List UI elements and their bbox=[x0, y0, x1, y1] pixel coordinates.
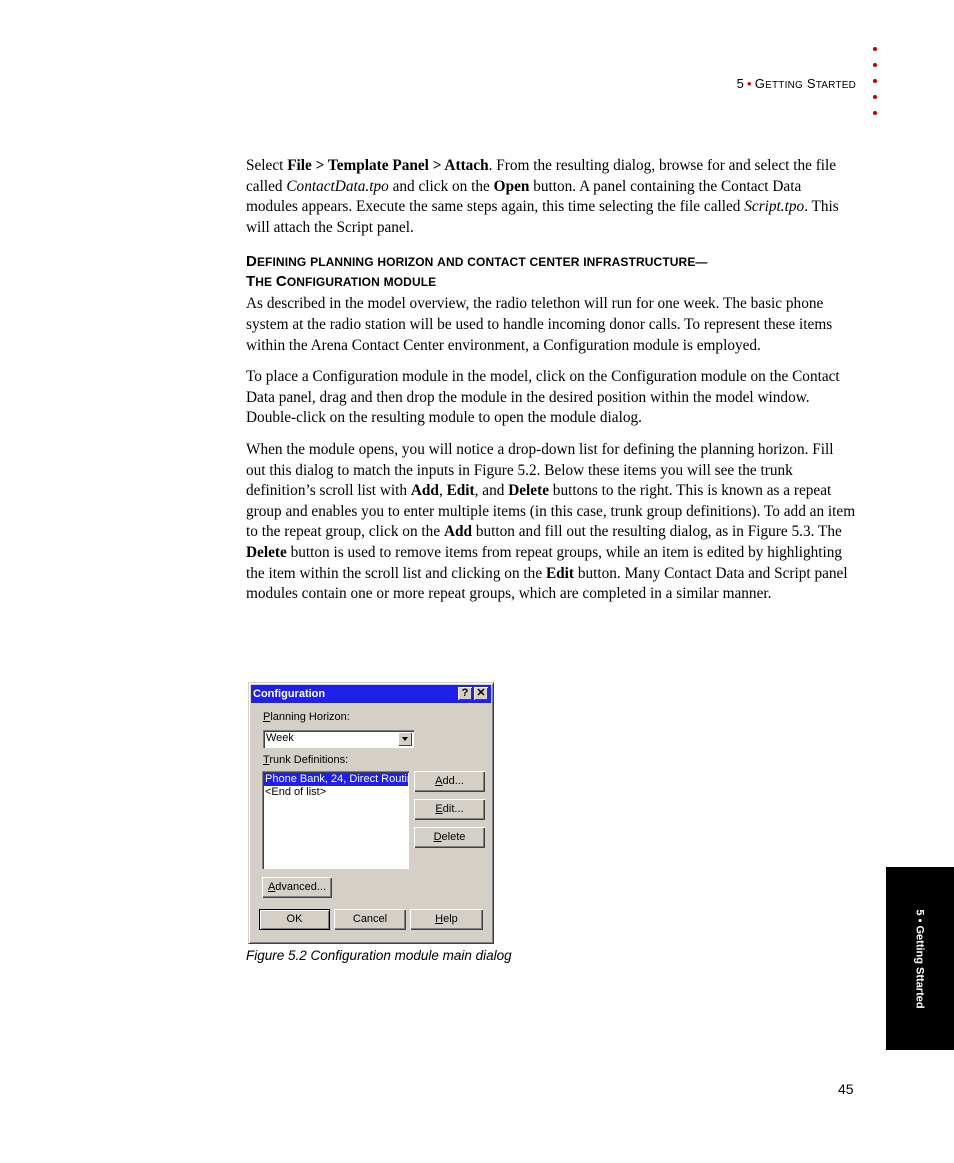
help-button[interactable]: Help bbox=[410, 909, 483, 930]
add-button[interactable]: Add... bbox=[414, 771, 485, 792]
heading-line-1: DEFINING PLANNING HORIZON AND CONTACT CE… bbox=[246, 253, 708, 271]
chapter-title: GETTING STARTED bbox=[754, 76, 856, 91]
thumb-tab-label: 5 • Getting Sttarted bbox=[914, 908, 927, 1009]
text-run: Edit bbox=[545, 564, 574, 582]
list-item[interactable]: <End of list> bbox=[264, 786, 326, 799]
trunk-definitions-label: Trunk Definitions: bbox=[263, 754, 348, 766]
text-run: Delete bbox=[508, 482, 549, 500]
text-run: Script.tpo bbox=[744, 198, 805, 216]
paragraph-place-module: To place a Configuration module in the m… bbox=[246, 367, 856, 429]
paragraph-attach-panels: Select File > Template Panel > Attach. F… bbox=[246, 156, 856, 238]
button-label: dd... bbox=[442, 775, 464, 787]
advanced-button[interactable]: Advanced... bbox=[262, 877, 332, 898]
mnemonic: D bbox=[433, 831, 442, 843]
text-run: Select bbox=[246, 157, 288, 174]
mnemonic: H bbox=[435, 913, 444, 925]
text-run: Add bbox=[443, 523, 473, 541]
section-heading: DEFINING PLANNING HORIZON AND CONTACT CE… bbox=[246, 252, 856, 292]
text-run: button and fill out the resulting dialog… bbox=[472, 523, 842, 541]
text-run: ContactData.tpo bbox=[286, 177, 389, 195]
thumb-tab-label-wrap: 5 • Getting Sttarted bbox=[910, 867, 930, 1050]
button-label: dvanced... bbox=[275, 881, 327, 893]
text-run: Delete bbox=[246, 543, 287, 561]
figure-caption: Figure 5.2 Configuration module main dia… bbox=[246, 948, 512, 963]
dot-icon bbox=[873, 63, 877, 67]
help-icon[interactable]: ? bbox=[458, 687, 472, 700]
label-text: runk Definitions: bbox=[269, 754, 349, 766]
text-run: Open bbox=[493, 177, 530, 195]
mnemonic: E bbox=[435, 803, 443, 815]
list-item[interactable]: Phone Bank, 24, Direct Routing bbox=[264, 773, 409, 786]
running-header: 5 • GETTING STARTED bbox=[737, 76, 856, 91]
button-label: elete bbox=[441, 831, 466, 843]
paragraph-repeat-group: When the module opens, you will notice a… bbox=[246, 440, 856, 605]
configuration-dialog: Configuration ? ✕ Planning Horizon: Week… bbox=[248, 682, 494, 944]
page-number: 45 bbox=[838, 1081, 854, 1097]
decorative-dots bbox=[873, 47, 881, 127]
text-run: File > Template Panel > Attach bbox=[287, 157, 489, 174]
trunk-definitions-list[interactable]: Phone Bank, 24, Direct Routing <End of l… bbox=[262, 771, 409, 869]
chapter-number: 5 bbox=[736, 76, 745, 91]
header-bullet: • bbox=[747, 76, 752, 91]
planning-horizon-label: Planning Horizon: bbox=[263, 711, 350, 723]
label-text: lanning Horizon: bbox=[270, 711, 350, 723]
ok-button[interactable]: OK bbox=[259, 909, 330, 930]
close-icon[interactable]: ✕ bbox=[474, 687, 488, 700]
dot-icon bbox=[873, 79, 877, 83]
button-label: elp bbox=[443, 913, 458, 925]
planning-horizon-value: Week bbox=[266, 732, 294, 744]
text-run: and click on the bbox=[388, 177, 494, 195]
button-label: dit... bbox=[442, 803, 464, 815]
text-run: As described in the model overview, the … bbox=[246, 295, 833, 354]
text-run: , bbox=[438, 482, 447, 500]
dialog-title: Configuration bbox=[253, 688, 326, 700]
chapter-thumb-tab: 5 • Getting Sttarted bbox=[886, 867, 954, 1050]
text-run: Edit bbox=[446, 482, 475, 500]
chevron-down-icon[interactable] bbox=[398, 732, 412, 746]
edit-button[interactable]: Edit... bbox=[414, 799, 485, 820]
dot-icon bbox=[873, 111, 877, 115]
dialog-title-bar: Configuration ? ✕ bbox=[251, 685, 491, 703]
text-run: Add bbox=[410, 482, 439, 500]
planning-horizon-dropdown[interactable]: Week bbox=[263, 730, 414, 748]
page-content: Select File > Template Panel > Attach. F… bbox=[246, 156, 856, 616]
dot-icon bbox=[873, 95, 877, 99]
paragraph-model-overview: As described in the model overview, the … bbox=[246, 294, 856, 356]
dot-icon bbox=[873, 47, 877, 51]
heading-line-2: THE CONFIGURATION MODULE bbox=[246, 273, 437, 291]
text-run: To place a Configuration module in the m… bbox=[246, 368, 840, 427]
cancel-button[interactable]: Cancel bbox=[334, 909, 406, 930]
delete-button[interactable]: Delete bbox=[414, 827, 485, 848]
text-run: , and bbox=[474, 482, 509, 500]
